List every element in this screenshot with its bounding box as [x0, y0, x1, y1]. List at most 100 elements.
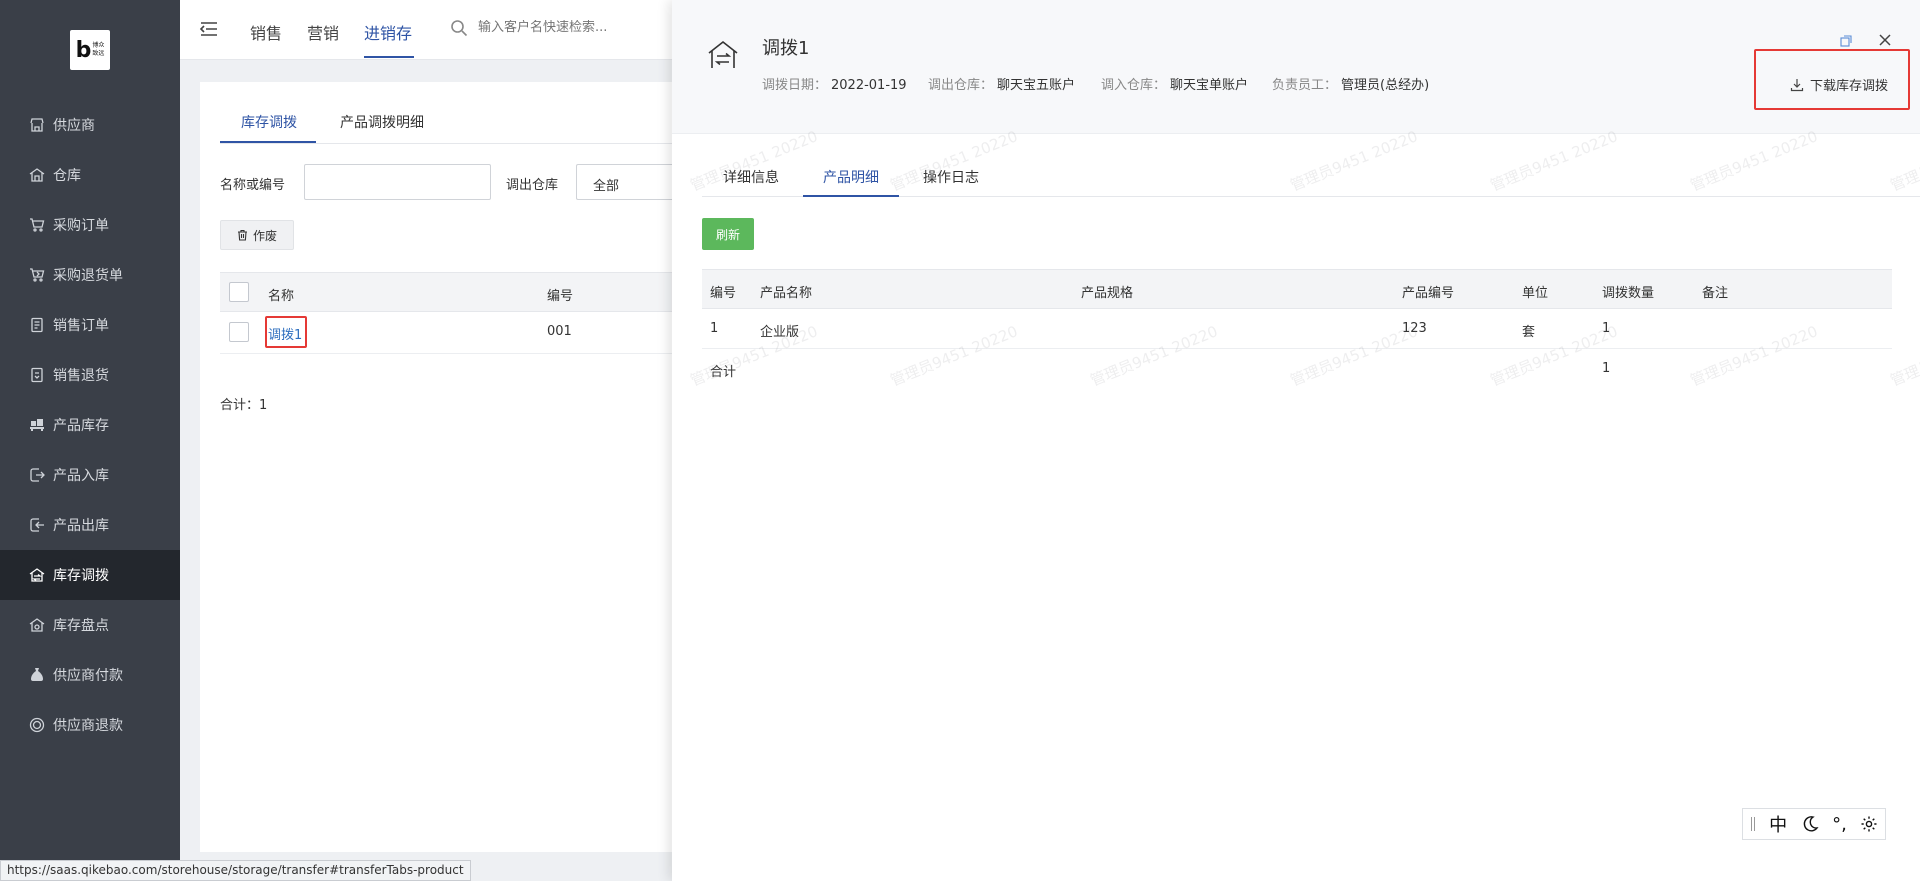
watermark: 管理员9451 20220	[1487, 127, 1621, 195]
table-row: 调拨1 001	[220, 312, 720, 354]
document-return-icon	[28, 366, 46, 384]
search-icon	[450, 19, 468, 37]
sidebar-item-label: 销售订单	[53, 318, 109, 334]
tab-product-detail[interactable]: 产品明细	[823, 167, 879, 187]
transfer-detail-drawer: 调拨1 调拨日期： 2022-01-19 调出仓库： 聊天宝五账户 调入仓库： 聊天宝…	[672, 0, 1920, 881]
customer-search-input[interactable]	[478, 20, 678, 35]
name-or-code-label: 名称或编号	[220, 178, 286, 193]
logo-letter: b	[75, 37, 92, 63]
highlight-box	[1754, 49, 1910, 110]
stock-in-icon	[28, 466, 46, 484]
refresh-button[interactable]: 刷新	[702, 218, 754, 250]
active-subtab-indicator	[220, 141, 316, 143]
refund-icon	[28, 716, 46, 734]
drawer-header: 调拨1 调拨日期： 2022-01-19 调出仓库： 聊天宝五账户 调入仓库： 聊天宝…	[672, 0, 1920, 134]
out-warehouse-label: 调出仓库	[506, 178, 559, 193]
column-product-spec: 产品规格	[1081, 286, 1134, 301]
gear-icon[interactable]	[1860, 815, 1878, 833]
sidebar-item-label: 库存调拨	[53, 568, 109, 584]
drawer-title: 调拨1	[762, 38, 810, 59]
ime-mode-toggle[interactable]: 中	[1769, 811, 1787, 837]
total-count: 合计：1	[220, 398, 268, 413]
warehouse-icon	[28, 166, 46, 184]
column-name: 名称	[268, 289, 295, 304]
active-drawer-tab-indicator	[803, 195, 899, 197]
column-unit: 单位	[1522, 286, 1549, 301]
meta-owner: 负责员工： 管理员(总经办)	[1272, 78, 1430, 93]
void-button[interactable]: 作废	[220, 220, 294, 250]
tab-product-transfer-detail[interactable]: 产品调拨明细	[340, 112, 424, 132]
column-product-code: 产品编号	[1402, 286, 1455, 301]
sidebar-item-label: 库存盘点	[53, 618, 109, 634]
ime-toolbar: 中 °,	[1742, 808, 1886, 840]
sidebar-item-label: 销售退货	[53, 368, 109, 384]
sidebar-item-label: 采购订单	[53, 218, 109, 234]
store-icon	[28, 116, 46, 134]
sidebar-item-purchase-order[interactable]: 采购订单	[0, 200, 180, 250]
active-tab-indicator	[364, 56, 414, 58]
sidebar-item-inventory[interactable]: 产品库存	[0, 400, 180, 450]
ime-punctuation-toggle[interactable]: °,	[1832, 814, 1847, 835]
table-row: 1 企业版 123 套 1	[702, 309, 1892, 349]
tabs-divider	[220, 143, 720, 144]
moon-icon[interactable]	[1801, 815, 1819, 833]
app-logo[interactable]: b 博众致远	[70, 30, 110, 70]
sidebar-item-sales-return[interactable]: 销售退货	[0, 350, 180, 400]
sidebar-item-label: 供应商	[53, 118, 95, 134]
transfer-list-panel: 库存调拨 产品调拨明细 名称或编号 调出仓库 全部 作废 名称 编号 调拨1 0…	[200, 82, 720, 852]
stock-out-icon	[28, 516, 46, 534]
tab-detail-info[interactable]: 详细信息	[723, 167, 779, 187]
status-bar-url: https://saas.qikebao.com/storehouse/stor…	[0, 860, 471, 881]
column-code: 编号	[547, 289, 574, 304]
row-checkbox[interactable]	[229, 322, 249, 342]
meta-in-warehouse: 调入仓库： 聊天宝单账户	[1101, 78, 1249, 93]
sidebar-item-supplier[interactable]: 供应商	[0, 100, 180, 150]
cart-icon	[28, 216, 46, 234]
sidebar-item-supplier-payment[interactable]: 供应商付款	[0, 650, 180, 700]
column-product-name: 产品名称	[760, 286, 813, 301]
sidebar-item-label: 供应商付款	[53, 668, 123, 684]
menu-collapse-icon[interactable]	[198, 18, 220, 40]
product-qty: 1	[1602, 321, 1611, 336]
tab-sales[interactable]: 销售	[250, 20, 282, 44]
sidebar-item-label: 产品出库	[53, 518, 109, 534]
sidebar-nav: 供应商 仓库 采购订单 采购退货单 销售订单 销售退货 产品库存 产品入库 产品…	[0, 100, 180, 750]
stocktake-icon	[28, 616, 46, 634]
meta-out-warehouse: 调出仓库： 聊天宝五账户	[928, 78, 1076, 93]
sidebar-item-sales-order[interactable]: 销售订单	[0, 300, 180, 350]
select-all-checkbox[interactable]	[229, 282, 249, 302]
sidebar-item-stock-out[interactable]: 产品出库	[0, 500, 180, 550]
sidebar-item-supplier-refund[interactable]: 供应商退款	[0, 700, 180, 750]
column-transfer-qty: 调拨数量	[1602, 286, 1655, 301]
sidebar-item-transfer[interactable]: 库存调拨	[0, 550, 180, 600]
meta-transfer-date: 调拨日期： 2022-01-19	[762, 78, 907, 93]
inventory-icon	[28, 416, 46, 434]
sidebar-item-label: 供应商退款	[53, 718, 123, 734]
ime-grip-icon[interactable]	[1750, 815, 1756, 833]
tab-operation-log[interactable]: 操作日志	[923, 167, 979, 187]
watermark: 管理员9451 20220	[1687, 127, 1821, 195]
sidebar-item-label: 采购退货单	[53, 268, 123, 284]
sidebar-item-stock-in[interactable]: 产品入库	[0, 450, 180, 500]
sidebar-item-label: 仓库	[53, 168, 81, 184]
column-no: 编号	[710, 286, 737, 301]
close-icon[interactable]	[1877, 32, 1893, 48]
tab-inventory[interactable]: 进销存	[364, 20, 412, 44]
product-code: 123	[1402, 321, 1427, 336]
transfer-table-header: 名称 编号	[220, 272, 720, 312]
transfer-icon	[28, 566, 46, 584]
sidebar-item-warehouse[interactable]: 仓库	[0, 150, 180, 200]
sidebar-item-purchase-return[interactable]: 采购退货单	[0, 250, 180, 300]
sidebar-item-stocktake[interactable]: 库存盘点	[0, 600, 180, 650]
document-icon	[28, 316, 46, 334]
money-bag-icon	[28, 666, 46, 684]
watermark: 管理员9451 20220	[1287, 127, 1421, 195]
tab-stock-transfer[interactable]: 库存调拨	[241, 112, 297, 132]
product-table-summary: 合计 1	[702, 349, 1892, 389]
restore-window-icon[interactable]	[1840, 35, 1852, 47]
transfer-icon	[706, 38, 740, 72]
name-or-code-input[interactable]	[304, 164, 491, 200]
watermark: 管理员9451 20220	[1887, 127, 1920, 195]
product-name-link[interactable]: 企业版	[760, 321, 799, 340]
tab-marketing[interactable]: 营销	[307, 20, 339, 44]
